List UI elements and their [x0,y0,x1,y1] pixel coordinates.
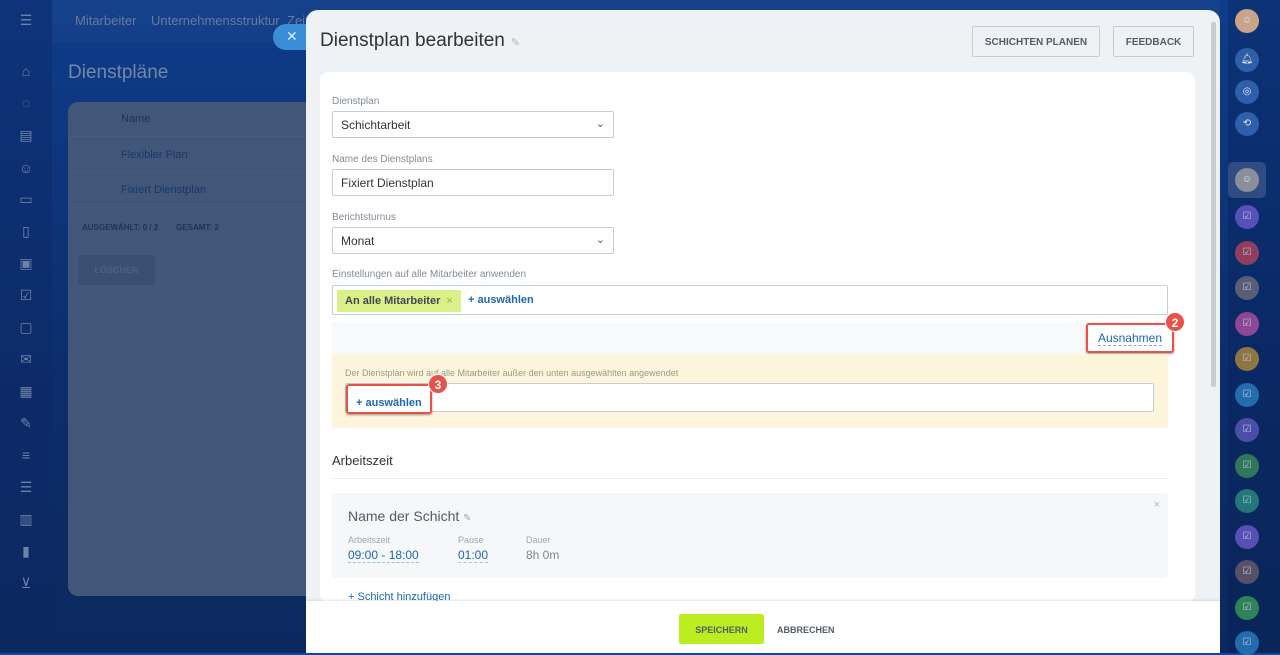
exceptions-band: Ausnahmen 2 [332,312,1185,354]
step-badge-3: 3 [428,374,448,394]
duration-label: Dauer [526,535,551,545]
chat-task-icon[interactable]: ☑ [1235,489,1259,513]
right-sidebar: ☺ 🔔︎ ◎ ⟲ ☺ ☑ ☑ ☑ ☑ ☑ ☑ ☑ ☑ ☑ ☑ ☑ ☑ ☑ [1228,0,1280,655]
form-card: Dienstplan Schichtarbeit ⌄ Name des Diens… [320,72,1195,603]
chevron-down-icon: ⌄ [595,118,605,130]
shift-name: Name der Schicht [348,508,460,524]
modal-title: Dienstplan bearbeiten [320,30,505,51]
time-value[interactable]: 09:00 - 18:00 [348,548,419,563]
contact-avatar[interactable]: ☺ [1235,168,1259,192]
period-label: Berichtsturnus [332,212,396,223]
chat-task-icon[interactable]: ☑ [1235,453,1259,478]
feedback-button[interactable]: FEEDBACK [1113,26,1194,57]
cancel-button[interactable]: ABBRECHEN [777,625,835,635]
activity-icon[interactable]: ◎ [1235,80,1259,104]
period-value: Monat [341,234,375,248]
type-label: Dienstplan [332,96,380,107]
edit-pencil-icon[interactable]: ✎ [463,513,471,524]
type-select[interactable]: Schichtarbeit ⌄ [332,111,614,138]
chat-task-icon[interactable]: ☑ [1235,205,1259,229]
remove-tag-icon[interactable]: × [446,295,452,307]
chat-task-icon[interactable]: ☑ [1235,382,1259,407]
chat-task-icon[interactable]: ☑ [1235,240,1259,265]
add-exceptions-button[interactable]: + auswählen [346,384,432,414]
exceptions-panel: Der Dienstplan wird auf alle Mitarbeiter… [332,354,1168,428]
chat-task-icon[interactable]: ☑ [1235,276,1259,300]
name-input[interactable]: Fixiert Dienstplan [332,169,614,196]
shift-card: Name der Schicht ✎ × Arbeitszeit 09:00 -… [332,493,1168,578]
scrollbar[interactable] [1211,22,1216,387]
time-label: Arbeitszeit [348,535,391,545]
apply-label: Einstellungen auf alle Mitarbeiter anwen… [332,269,527,280]
type-value: Schichtarbeit [341,118,411,132]
pin-icon[interactable]: ✎ [511,37,520,49]
chat-task-icon[interactable]: ☑ [1235,560,1259,584]
bell-icon[interactable]: 🔔︎ [1235,48,1259,72]
tag-label: An alle Mitarbeiter [345,295,441,307]
period-select[interactable]: Monat ⌄ [332,227,614,254]
modal-footer: SPEICHERN ABBRECHEN [306,601,1220,653]
chat-task-icon[interactable]: ☑ [1235,418,1259,442]
employee-selector[interactable]: An alle Mitarbeiter × + auswählen [332,285,1168,315]
pause-label: Pause [458,535,484,545]
step-badge-2: 2 [1165,312,1185,332]
plan-shifts-button[interactable]: SCHICHTEN PLANEN [972,26,1100,57]
exceptions-selector[interactable]: + auswählen 3 [345,374,1154,414]
chat-task-icon[interactable]: ☑ [1235,524,1259,549]
chat-task-icon[interactable]: ☑ [1235,595,1259,620]
chat-task-icon[interactable]: ☑ [1235,631,1259,655]
divider [332,478,1168,479]
chat-task-icon[interactable]: ☑ [1235,347,1259,371]
chat-task-icon[interactable]: ☑ [1235,311,1259,336]
add-employees-link[interactable]: + auswählen [468,294,534,306]
chevron-down-icon: ⌄ [595,234,605,246]
exceptions-link[interactable]: Ausnahmen [1085,323,1174,353]
name-label: Name des Dienstplans [332,154,433,165]
remove-shift-icon[interactable]: × [1154,499,1160,511]
pause-value[interactable]: 01:00 [458,548,489,563]
duration-value: 8h 0m [526,548,560,562]
edit-schedule-modal: Dienstplan bearbeiten ✎ SCHICHTEN PLANEN … [306,10,1220,653]
chat-icon[interactable]: ⟲ [1235,112,1259,136]
tag-all-employees: An alle Mitarbeiter × [337,290,461,312]
worktime-heading: Arbeitszeit [332,453,393,468]
exceptions-info: Der Dienstplan wird auf alle Mitarbeiter… [345,368,679,378]
user-avatar[interactable]: ☺ [1235,9,1259,33]
save-button[interactable]: SPEICHERN [679,614,764,644]
